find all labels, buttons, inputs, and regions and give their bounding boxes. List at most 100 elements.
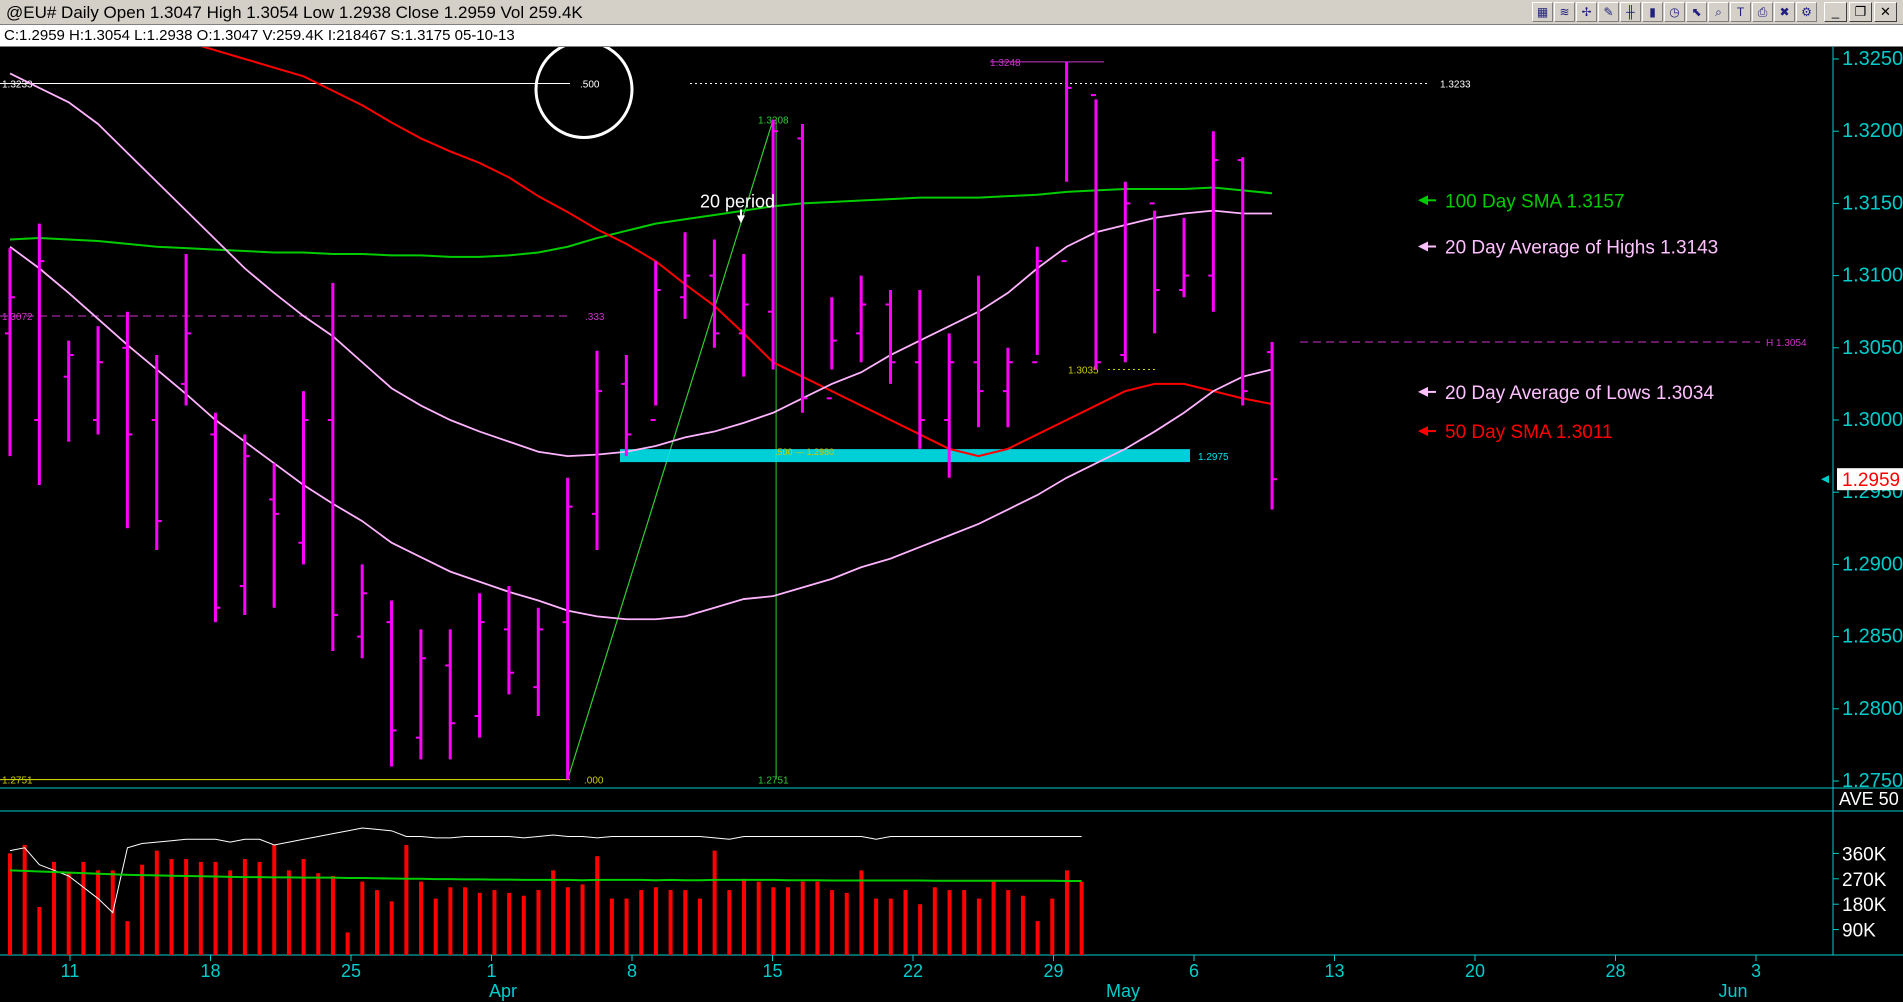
zoom-icon[interactable]: ⌕ — [1708, 2, 1729, 22]
volume-bar — [1006, 890, 1011, 955]
volume-bar — [624, 898, 629, 955]
close-button[interactable]: ✕ — [1874, 2, 1897, 22]
draw-icon[interactable]: ≋ — [1554, 2, 1575, 22]
fib-500-right-label: 1.3233 — [1440, 80, 1471, 91]
bars-icon[interactable]: ╫ — [1620, 2, 1641, 22]
volume-bar — [492, 890, 497, 955]
month-label: Jun — [1718, 981, 1747, 1001]
volume-bar — [272, 844, 277, 955]
volume-bar — [727, 890, 732, 955]
lows-legend-label: 20 Day Average of Lows 1.3034 — [1445, 383, 1714, 404]
volume-bar — [521, 895, 526, 955]
volume-bar — [1064, 870, 1069, 955]
y-tick-label: 1.3000 — [1842, 409, 1903, 431]
highlight-circle — [534, 47, 634, 140]
print-icon[interactable]: ⎙ — [1752, 2, 1773, 22]
volume-bar — [844, 892, 849, 955]
x-tick-label: 28 — [1605, 961, 1625, 981]
volume-bar — [668, 890, 673, 955]
fib-333-label: .333 — [585, 312, 605, 323]
volume-bar — [316, 873, 321, 955]
volume-avg-label: AVE 50 — [1839, 789, 1899, 809]
fib-500-left-label: 1.3233 — [2, 80, 33, 91]
x-tick-label: 13 — [1324, 961, 1344, 981]
x-tick-label: 20 — [1465, 961, 1485, 981]
support-mid-label: .500 — 1.2980 — [775, 447, 834, 457]
title-bar[interactable]: @EU# Daily Open 1.3047 High 1.3054 Low 1… — [0, 0, 1903, 25]
restore-button[interactable]: ❐ — [1849, 2, 1872, 22]
volume-bar — [37, 907, 42, 955]
volume-bar — [1050, 898, 1055, 955]
y-tick-label: 1.3100 — [1842, 265, 1903, 287]
volume-bar — [433, 898, 438, 955]
candle-icon[interactable]: ▮ — [1642, 2, 1663, 22]
price-chart[interactable]: 1.27501.28001.28501.29001.29501.30001.30… — [0, 47, 1903, 1002]
delete-icon[interactable]: ✖ — [1774, 2, 1795, 22]
chart-window: @EU# Daily Open 1.3047 High 1.3054 Low 1… — [0, 0, 1903, 1002]
volume-bar — [81, 861, 86, 955]
month-label: Apr — [489, 981, 517, 1001]
volume-bar — [375, 890, 379, 955]
support-band — [620, 449, 1190, 463]
volume-bar — [815, 881, 820, 955]
volume-bar — [169, 859, 174, 955]
pencil-icon[interactable]: ✎ — [1598, 2, 1619, 22]
x-tick-label: 3 — [1751, 961, 1761, 981]
volume-bar — [140, 864, 145, 955]
volume-bar — [184, 859, 189, 955]
x-tick-label: 11 — [61, 961, 80, 981]
volume-bar — [301, 859, 306, 955]
x-tick-label: 29 — [1043, 961, 1063, 981]
volume-bar — [565, 887, 570, 955]
volume-bar — [228, 870, 233, 955]
y-tick-label: 1.3250 — [1842, 48, 1903, 70]
volume-bar — [683, 890, 688, 955]
volume-bar — [551, 870, 556, 955]
volume-tick-label: 180K — [1842, 895, 1887, 916]
fib-000-left-label: 1.2751 — [2, 776, 33, 787]
cursor-icon[interactable]: ⬉ — [1686, 2, 1707, 22]
month-label: May — [1106, 981, 1140, 1001]
clock-icon[interactable]: ◷ — [1664, 2, 1685, 22]
volume-bar — [653, 887, 658, 955]
sma50-line — [200, 47, 1273, 458]
volume-bar — [330, 875, 335, 955]
volume-bar — [874, 898, 879, 955]
volume-bar — [1020, 895, 1025, 955]
support-label: 1.2975 — [1198, 452, 1229, 463]
y-tick-label: 1.2800 — [1842, 698, 1903, 720]
fib-500-label: .500 — [580, 80, 600, 91]
volume-bar — [286, 870, 291, 955]
volume-bar — [786, 887, 791, 955]
volume-bar — [154, 850, 159, 955]
x-tick-label: 15 — [762, 961, 782, 981]
sma100-legend-label: 100 Day SMA 1.3157 — [1445, 191, 1625, 212]
volume-bar — [976, 898, 981, 955]
minimize-button[interactable]: _ — [1824, 2, 1847, 22]
x-tick-label: 22 — [903, 961, 923, 981]
x-tick-label: 18 — [200, 961, 220, 981]
settings-icon[interactable]: ⚙ — [1796, 2, 1817, 22]
volume-bar — [257, 861, 262, 955]
x-tick-label: 1 — [486, 961, 496, 981]
cross-icon[interactable]: ✢ — [1576, 2, 1597, 22]
volume-bar — [463, 887, 468, 955]
volume-bar — [756, 881, 761, 955]
info-bar: C:1.2959 H:1.3054 L:1.2938 O:1.3047 V:25… — [0, 25, 1903, 47]
volume-bar — [609, 898, 614, 955]
ref-1-3035-label: 1.3035 — [1068, 365, 1099, 376]
chart-icon[interactable]: ▦ — [1532, 2, 1553, 22]
volume-bar — [419, 881, 424, 955]
fib-333-left-label: 1.3072 — [2, 312, 33, 323]
text-icon[interactable]: T — [1730, 2, 1751, 22]
volume-bar — [66, 873, 71, 955]
volume-bar — [712, 850, 717, 955]
volume-bar — [96, 870, 101, 955]
volume-bar — [1079, 881, 1084, 955]
volume-bar — [595, 856, 600, 955]
volume-bar — [507, 892, 512, 955]
fib-000-label: .000 — [584, 776, 604, 787]
volume-bar — [947, 890, 952, 955]
window-controls: _ ❐ ✕ — [1824, 2, 1897, 22]
volume-bar — [580, 884, 585, 955]
